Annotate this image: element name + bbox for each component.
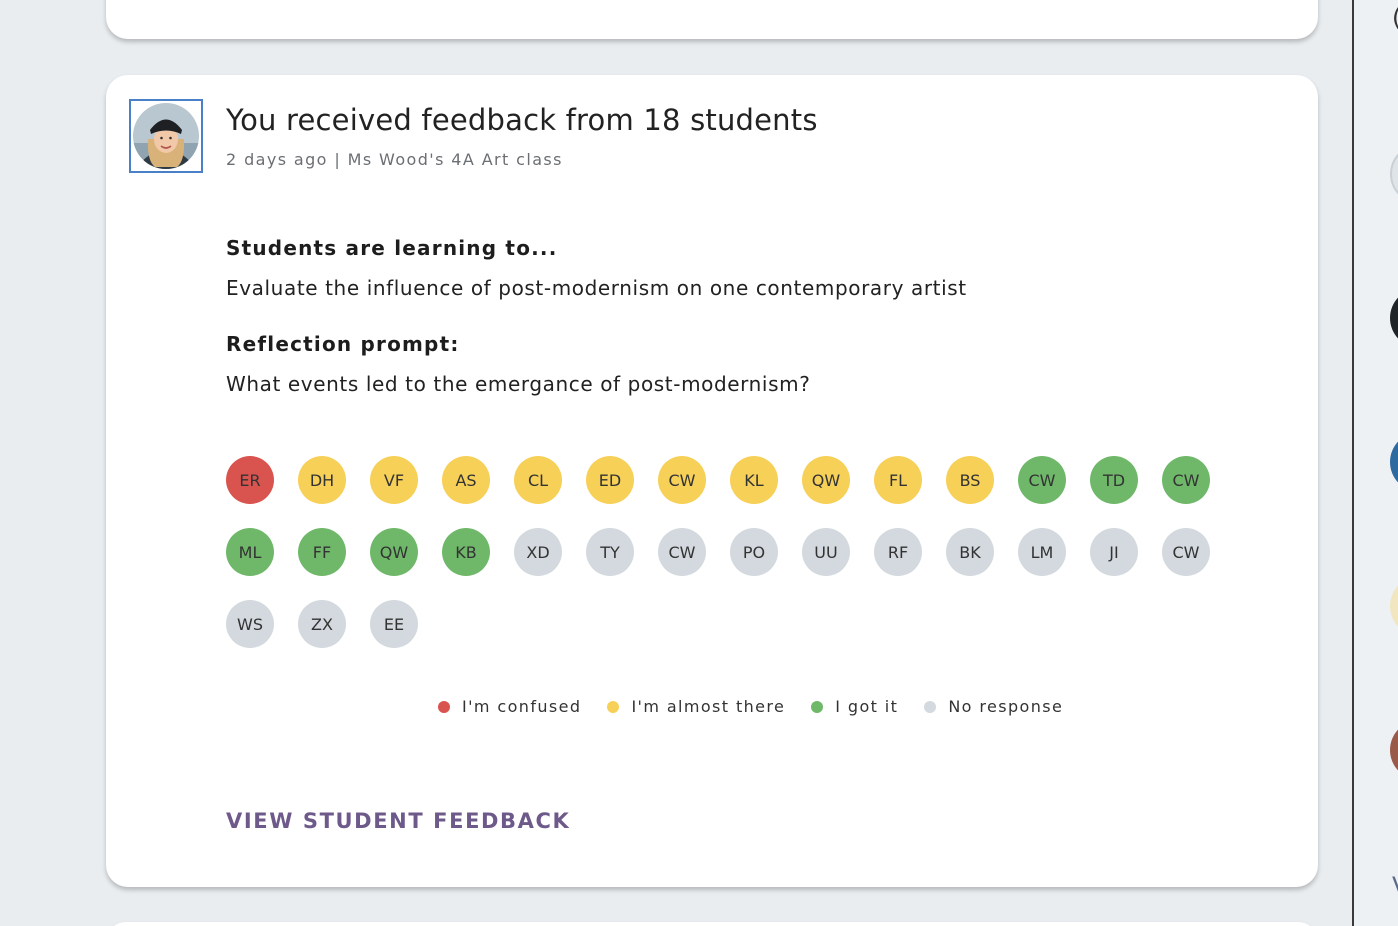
previous-feed-card [106, 0, 1318, 39]
sidebar-avatar[interactable] [1390, 144, 1398, 204]
student-bubble[interactable]: EE [370, 600, 418, 648]
student-bubble[interactable]: ER [226, 456, 274, 504]
student-bubble[interactable]: QW [802, 456, 850, 504]
student-bubble[interactable]: KB [442, 528, 490, 576]
legend-dot-icon [811, 700, 824, 713]
student-bubble[interactable]: WS [226, 600, 274, 648]
feedback-subtitle: 2 days ago | Ms Wood's 4A Art class [226, 150, 563, 169]
student-bubble[interactable]: UU [802, 528, 850, 576]
learning-objective: Evaluate the influence of post-modernism… [226, 276, 967, 300]
legend-item-none: No response [924, 697, 1063, 716]
student-bubble[interactable]: XD [514, 528, 562, 576]
student-bubble[interactable]: PO [730, 528, 778, 576]
student-bubble[interactable]: TY [586, 528, 634, 576]
sidebar-more-icon[interactable]: V [1392, 872, 1398, 900]
legend-dot-icon [438, 700, 450, 713]
student-bubble[interactable]: DH [298, 456, 346, 504]
sidebar-avatar[interactable] [1390, 576, 1398, 636]
teacher-avatar[interactable] [129, 99, 203, 173]
legend-label: I'm confused [462, 697, 582, 716]
legend-dot-icon [924, 700, 937, 713]
sidebar-avatar[interactable] [1390, 720, 1398, 780]
right-sidebar: ( V [1354, 0, 1398, 926]
legend-item-got: I got it [811, 697, 898, 716]
student-bubble[interactable]: ML [226, 528, 274, 576]
student-bubble[interactable]: FF [298, 528, 346, 576]
teacher-avatar-icon [133, 103, 199, 169]
legend-dot-icon [607, 700, 620, 713]
legend-item-almost: I'm almost there [607, 697, 785, 716]
student-bubble[interactable]: CL [514, 456, 562, 504]
sidebar-avatar[interactable] [1390, 432, 1398, 492]
next-feed-card [106, 922, 1318, 926]
student-bubble[interactable]: VF [370, 456, 418, 504]
student-bubble[interactable]: FL [874, 456, 922, 504]
student-bubble[interactable]: BK [946, 528, 994, 576]
student-bubble[interactable]: CW [1018, 456, 1066, 504]
feedback-title: You received feedback from 18 students [226, 103, 818, 137]
student-bubble[interactable]: CW [658, 528, 706, 576]
student-bubble[interactable]: RF [874, 528, 922, 576]
prompt-heading: Reflection prompt: [226, 332, 460, 356]
student-bubble[interactable]: JI [1090, 528, 1138, 576]
student-bubble[interactable]: KL [730, 456, 778, 504]
sidebar-top-icon[interactable]: ( [1392, 4, 1398, 32]
student-bubble[interactable]: BS [946, 456, 994, 504]
student-bubble[interactable]: QW [370, 528, 418, 576]
student-bubble[interactable]: ZX [298, 600, 346, 648]
legend-item-confused: I'm confused [438, 697, 581, 716]
legend-label: I'm almost there [631, 697, 786, 716]
legend-label: I got it [835, 697, 899, 716]
reflection-prompt: What events led to the emergance of post… [226, 372, 811, 396]
student-bubble[interactable]: CW [658, 456, 706, 504]
student-bubble[interactable]: CW [1162, 456, 1210, 504]
student-bubble[interactable]: LM [1018, 528, 1066, 576]
student-bubble[interactable]: AS [442, 456, 490, 504]
feedback-card: You received feedback from 18 students 2… [106, 75, 1318, 887]
student-bubble[interactable]: ED [586, 456, 634, 504]
student-bubble[interactable]: TD [1090, 456, 1138, 504]
view-student-feedback-button[interactable]: VIEW STUDENT FEEDBACK [226, 809, 570, 833]
response-legend: I'm confused I'm almost there I got it No r… [438, 697, 1063, 716]
legend-label: No response [948, 697, 1064, 716]
student-bubble[interactable]: CW [1162, 528, 1210, 576]
learning-heading: Students are learning to... [226, 236, 558, 260]
sidebar-avatar[interactable] [1390, 288, 1398, 348]
